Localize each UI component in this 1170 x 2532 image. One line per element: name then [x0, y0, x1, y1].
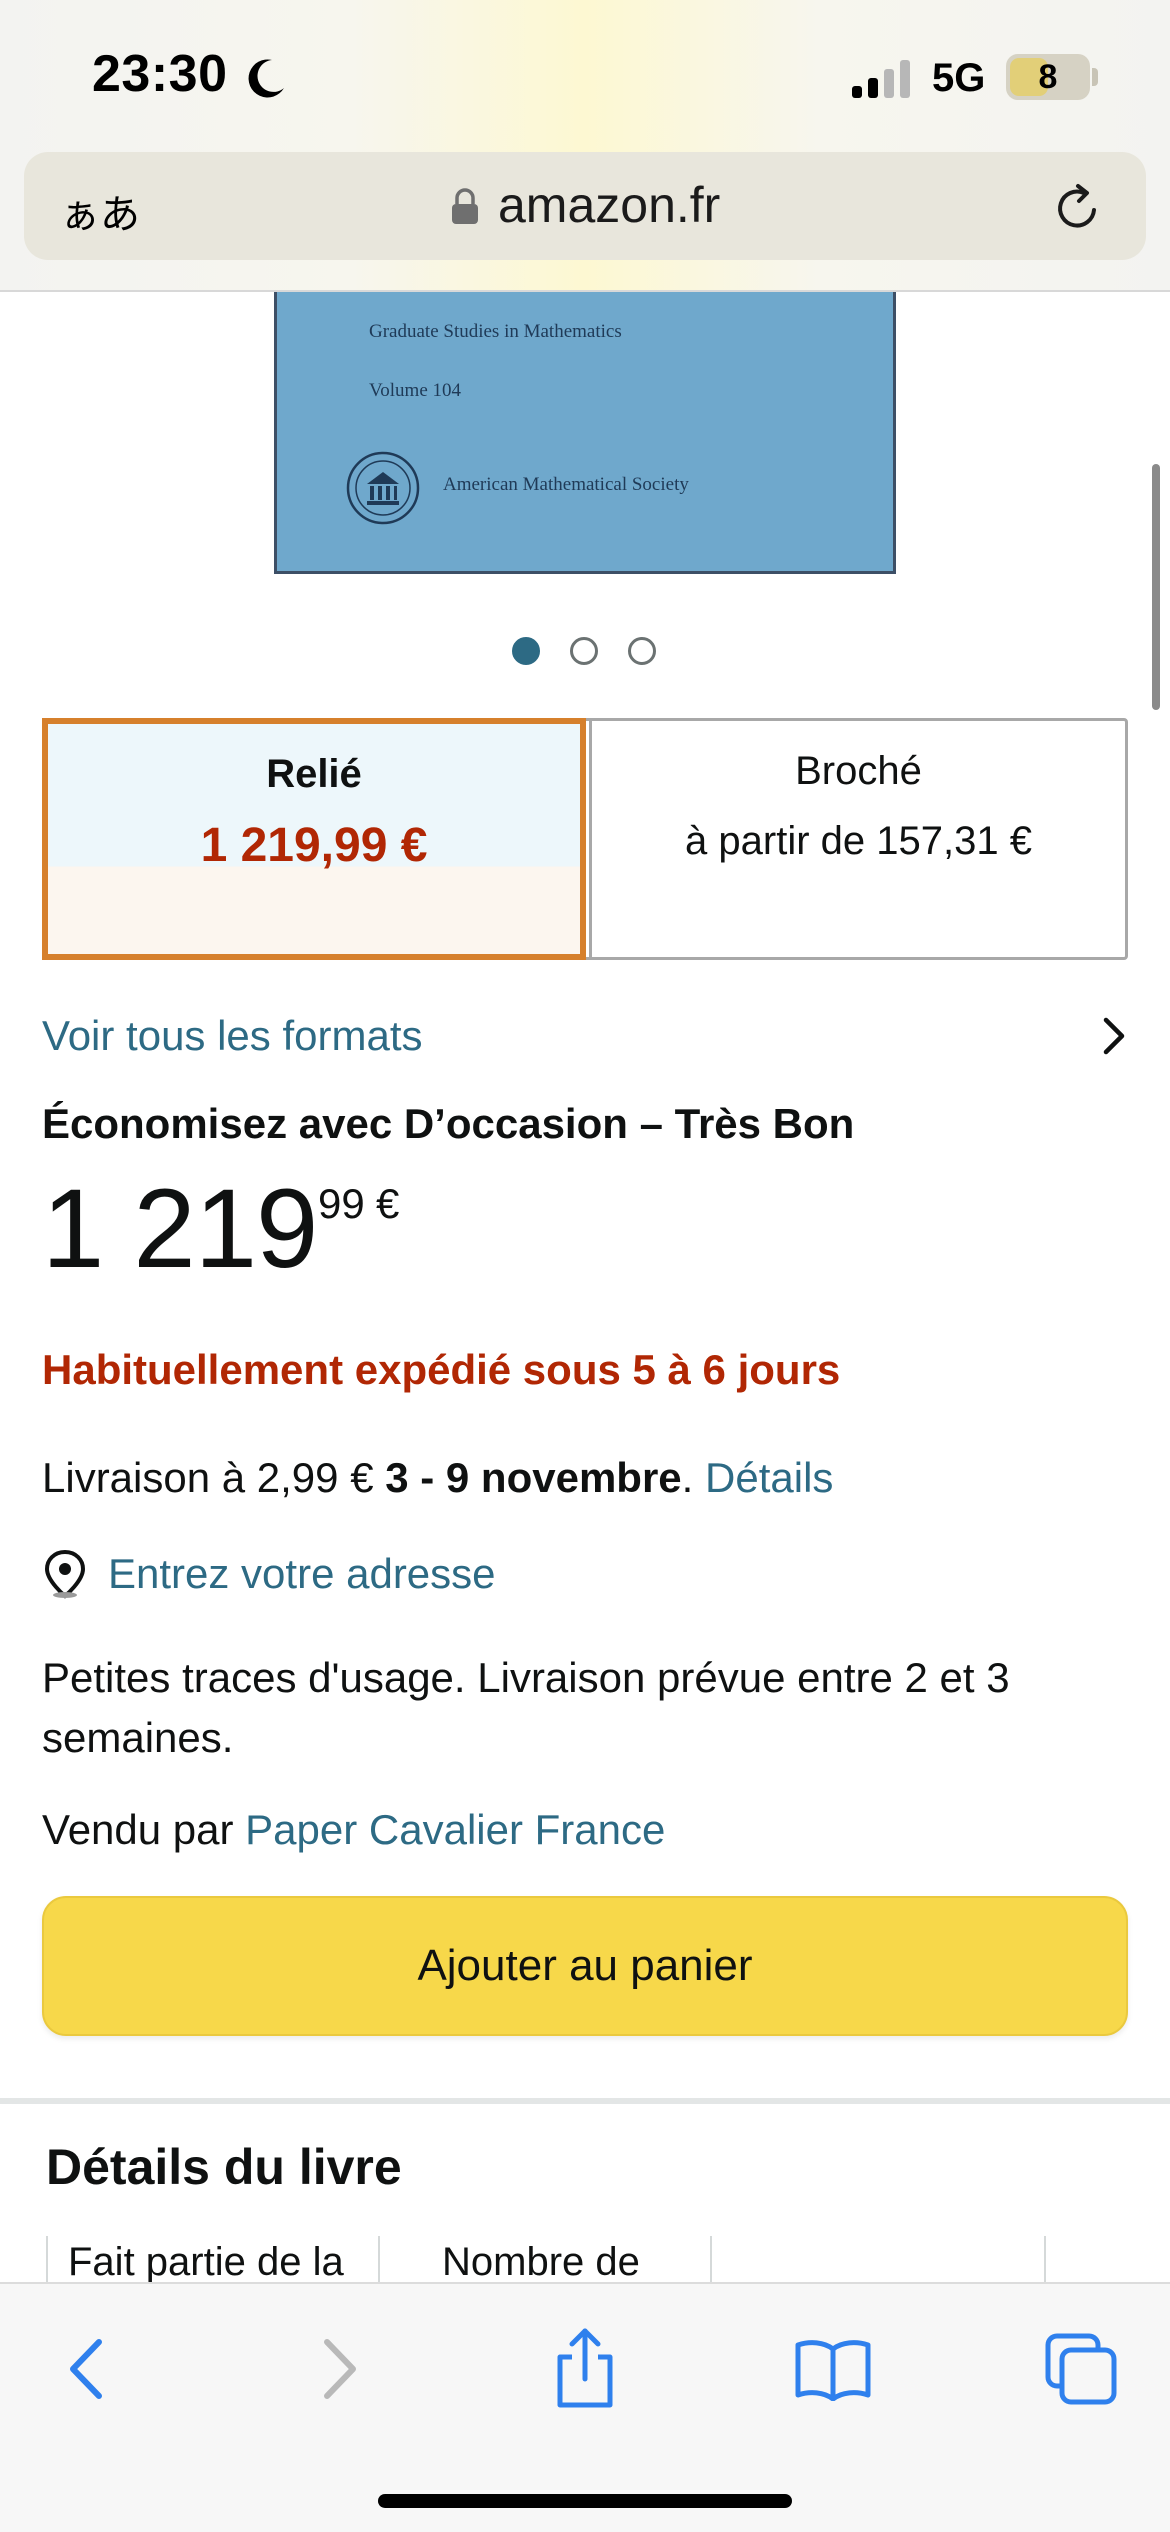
book-details-heading: Détails du livre [46, 2139, 402, 2195]
browser-top-chrome: 23:30 5G 8 ぁあ amazon.fr [0, 0, 1170, 292]
offer-heading: Économisez avec D’occasion – Très Bon [42, 1100, 855, 1147]
detail-card-divider [1044, 2236, 1046, 2284]
see-all-formats-link[interactable]: Voir tous les formats [42, 1012, 422, 1060]
browser-bottom-toolbar [0, 2282, 1170, 2532]
reload-icon[interactable] [1050, 180, 1106, 236]
cover-volume: Volume 104 [369, 380, 462, 401]
chevron-right-disabled-icon [324, 2339, 356, 2399]
delivery-details-link[interactable]: Détails [705, 1454, 833, 1501]
lock-icon [452, 188, 478, 224]
chevron-right-icon[interactable] [1096, 1014, 1130, 1058]
bookmarks-button[interactable] [788, 2324, 878, 2414]
sold-by: Vendu par Paper Cavalier France [42, 1806, 665, 1854]
carousel-dot-2[interactable] [570, 637, 598, 665]
battery-level: 8 [1038, 57, 1058, 96]
seller-link[interactable]: Paper Cavalier France [245, 1806, 665, 1853]
tabs-icon [1045, 2333, 1117, 2405]
format-option-paperback[interactable]: Broché à partir de 157,31 € [589, 721, 1125, 957]
detail-card-divider [46, 2236, 48, 2284]
share-icon [557, 2328, 613, 2408]
price-fraction: 99 [318, 1180, 365, 1227]
carousel-dot-1[interactable] [512, 637, 540, 665]
detail-card-divider [378, 2236, 380, 2284]
moon-icon [248, 59, 284, 98]
battery-cap [1092, 68, 1098, 86]
status-time: 23:30 [92, 45, 228, 103]
address-bar[interactable]: ぁあ amazon.fr [24, 152, 1146, 260]
tabs-button[interactable] [1036, 2324, 1126, 2414]
open-book-icon [795, 2340, 871, 2401]
back-button[interactable] [42, 2324, 132, 2414]
scroll-indicator [1152, 464, 1160, 710]
format-selector: Relié 1 219,99 € Broché à partir de 157,… [42, 718, 1128, 960]
format-name: Broché [795, 749, 922, 793]
network-type: 5G [932, 56, 986, 100]
detail-card-series[interactable]: Fait partie de la [68, 2240, 344, 2285]
delivery-prefix: Livraison à 2,99 € [42, 1454, 386, 1501]
price-whole: 1 219 [42, 1166, 318, 1291]
detail-card-pages[interactable]: Nombre de [442, 2240, 640, 2285]
cover-series-title: Graduate Studies in Mathematics [369, 321, 622, 342]
share-button[interactable] [540, 2324, 630, 2414]
format-name: Relié [266, 752, 362, 796]
cover-publisher: American Mathematical Society [443, 474, 689, 495]
carousel-dot-3[interactable] [628, 637, 656, 665]
home-indicator [378, 2494, 792, 2508]
add-to-cart-button[interactable]: Ajouter au panier [42, 1896, 1128, 2036]
enter-address-link[interactable]: Entrez votre adresse [108, 1550, 496, 1598]
cellular-signal-icon [852, 60, 910, 98]
text-size-button[interactable]: ぁあ [60, 182, 140, 240]
forward-button[interactable] [294, 2324, 384, 2414]
price-currency: € [376, 1180, 400, 1227]
detail-card-divider [710, 2236, 712, 2284]
format-option-hardcover[interactable]: Relié 1 219,99 € [42, 718, 586, 960]
ams-seal-icon [346, 451, 420, 525]
sold-by-label: Vendu par [42, 1806, 246, 1853]
availability-message: Habituellement expédié sous 5 à 6 jours [42, 1346, 841, 1393]
battery-indicator: 8 [1006, 54, 1090, 100]
condition-note: Petites traces d'usage. Livraison prévue… [42, 1654, 1010, 1761]
section-divider [0, 2098, 1170, 2104]
product-image[interactable]: Graduate Studies in Mathematics Volume 1… [274, 292, 896, 574]
delivery-dates: 3 - 9 novembre [385, 1454, 682, 1501]
format-price: à partir de 157,31 € [685, 819, 1032, 863]
delivery-info: Livraison à 2,99 € 3 - 9 novembre. Détai… [42, 1454, 833, 1502]
delivery-period: . [681, 1454, 694, 1501]
chevron-left-icon [70, 2339, 102, 2399]
format-price: 1 219,99 € [200, 819, 428, 872]
image-carousel-dots[interactable] [512, 636, 662, 666]
url-domain[interactable]: amazon.fr [498, 176, 720, 234]
location-pin-icon[interactable] [40, 1548, 90, 1600]
